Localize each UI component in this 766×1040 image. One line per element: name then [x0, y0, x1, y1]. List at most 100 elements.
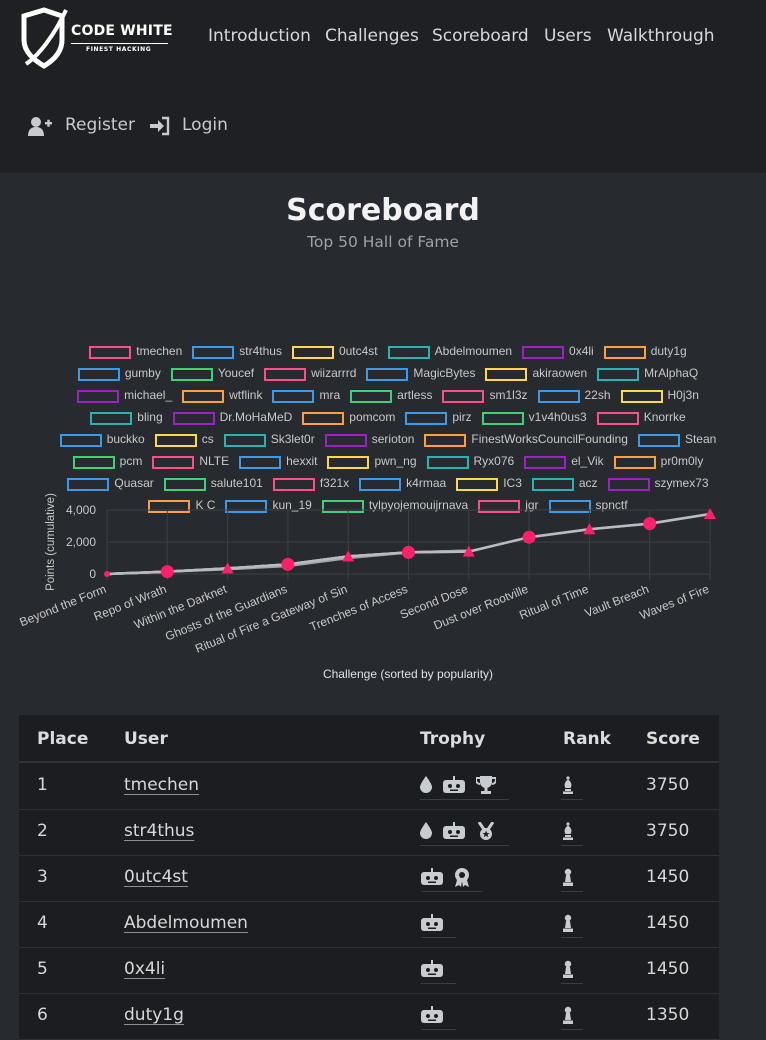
nav-introduction[interactable]: Introduction [208, 26, 311, 46]
y-tick-label: 0 [89, 567, 96, 581]
shield-logo-icon [21, 7, 68, 69]
brand-logo[interactable]: CODE WHITE FINEST HACKING [18, 6, 173, 70]
legend-label: Quasar [114, 476, 154, 490]
legend-label: v1v4h0us3 [528, 410, 587, 424]
header-place: Place [37, 729, 89, 749]
page-title: Scoreboard [286, 193, 480, 228]
page-subtitle: Top 50 Hall of Fame [307, 233, 459, 251]
legend-label: Sk3let0r [270, 432, 315, 446]
brand-tagline: FINEST HACKING [86, 46, 152, 53]
legend-label: Stean [684, 432, 717, 446]
legend-label: acz [578, 476, 598, 490]
legend-label: MagicBytes [413, 366, 476, 380]
legend-label: FinestWorksCouncilFounding [471, 432, 628, 446]
legend-swatch [350, 390, 393, 403]
legend-label: duty1g [650, 344, 687, 358]
robot-icon [421, 1006, 443, 1023]
trophy-cell [420, 771, 509, 800]
chess-pawn-icon [563, 868, 573, 886]
legend-label: Abdelmoumen [434, 344, 513, 358]
nav-users[interactable]: Users [544, 26, 592, 46]
trophy-icon [476, 776, 496, 794]
header-score: Score [646, 729, 700, 749]
table-row: 2 str4thus 3750 [19, 809, 719, 856]
legend-swatch [603, 346, 646, 359]
legend-swatch [192, 346, 235, 359]
legend-swatch [366, 368, 409, 381]
user-link[interactable]: 0x4li [124, 959, 165, 979]
legend-label: serioton [371, 432, 415, 446]
legend-label: gumby [124, 366, 161, 380]
table-row: 5 0x4li 1450 [19, 947, 719, 994]
legend-label: MrAlphaQ [644, 366, 699, 380]
chess-pawn-icon [563, 914, 573, 932]
scoreboard-table: Place User Trophy Rank Score 1 tmechen 375… [19, 715, 719, 1040]
place-cell: 6 [37, 1005, 48, 1025]
data-point [160, 565, 174, 579]
place-cell: 1 [37, 775, 48, 795]
legend-label: pwn_ng [374, 454, 417, 468]
data-point [104, 571, 110, 577]
legend-label: Dr.MoHaMeD [219, 410, 293, 424]
login-link[interactable]: Login [182, 115, 228, 135]
legend-label: pirz [452, 410, 472, 424]
robot-icon [443, 822, 465, 839]
legend-swatch [426, 456, 469, 469]
legend-label: pcm [119, 454, 143, 468]
legend-swatch [154, 434, 197, 447]
score-cell: 1450 [646, 913, 690, 933]
x-tick-label: Beyond the Form [18, 582, 109, 629]
table-row: 6 duty1g 1350 [19, 993, 719, 1040]
user-link[interactable]: 0utc4st [124, 867, 188, 887]
legend-swatch [152, 456, 195, 469]
legend-label: akiraowen [532, 366, 588, 380]
register-link[interactable]: Register [65, 115, 135, 135]
user-link[interactable]: tmechen [124, 775, 199, 795]
chess-pawn-icon [563, 1006, 573, 1024]
drop-icon [420, 776, 432, 793]
legend-swatch [72, 456, 115, 469]
legend-swatch [59, 434, 102, 447]
legend-label: k4rmaa [406, 476, 447, 490]
rank-cell [561, 863, 583, 892]
legend-label: michael_ [124, 388, 173, 402]
nav-challenges[interactable]: Challenges [325, 26, 419, 46]
legend-swatch [302, 412, 345, 425]
user-link[interactable]: duty1g [124, 1005, 184, 1025]
legend-swatch [613, 456, 656, 469]
nav-walkthrough[interactable]: Walkthrough [607, 26, 715, 46]
legend-label: str4thus [239, 344, 282, 358]
legend-label: buckko [106, 432, 145, 446]
robot-icon [421, 868, 443, 885]
legend-label: IC3 [503, 476, 522, 490]
user-link[interactable]: Abdelmoumen [124, 913, 248, 933]
user-link[interactable]: str4thus [124, 821, 194, 841]
table-row: 3 0utc4st 1450 [19, 855, 719, 902]
legend-swatch [481, 412, 524, 425]
drop-icon [420, 822, 432, 839]
rank-cell [561, 955, 583, 984]
robot-icon [421, 960, 443, 977]
score-chart: 02,0004,000Beyond the FormRepo of WrathW… [18, 493, 716, 681]
brand-divider [71, 43, 168, 44]
place-cell: 5 [37, 959, 48, 979]
rank-cell [561, 909, 583, 938]
legend-swatch [239, 456, 282, 469]
legend-label: el_Vik [571, 454, 604, 468]
y-axis-label: Points (cumulative) [45, 493, 57, 591]
user-plus-icon [28, 117, 52, 136]
y-tick-label: 4,000 [66, 503, 96, 517]
legend-swatch [424, 434, 467, 447]
nav-scoreboard[interactable]: Scoreboard [432, 26, 529, 46]
score-cell: 3750 [646, 775, 690, 795]
legend-label: NLTE [199, 454, 230, 468]
legend-swatch [170, 368, 213, 381]
header-rank: Rank [563, 729, 611, 749]
trophy-cell [421, 863, 483, 892]
legend-swatch [223, 434, 266, 447]
score-cell: 1350 [646, 1005, 690, 1025]
place-cell: 4 [37, 913, 48, 933]
legend-swatch [327, 456, 370, 469]
header-trophy: Trophy [420, 729, 486, 749]
legend-label: wiizarrrd [311, 366, 357, 380]
